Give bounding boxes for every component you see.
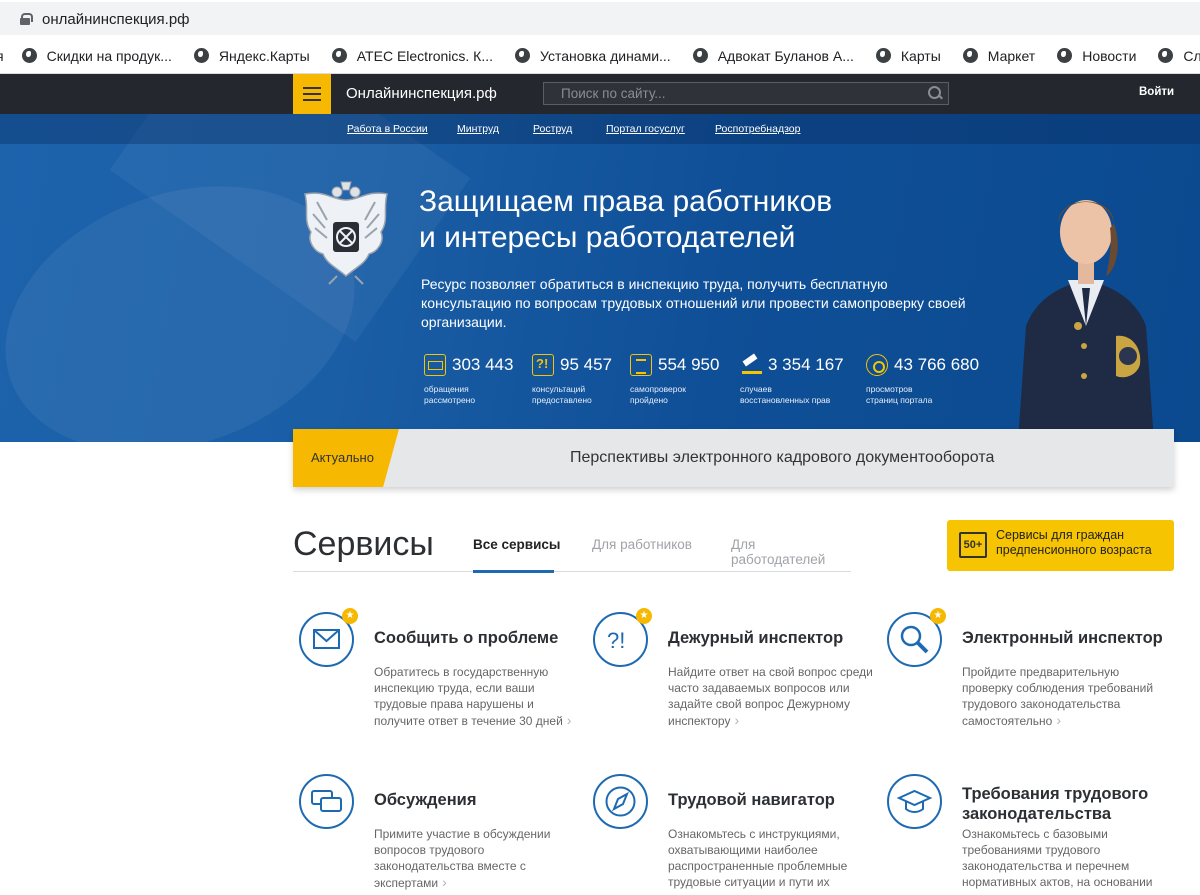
chevron-right-icon[interactable]: ›	[734, 712, 739, 728]
news-headline[interactable]: Перспективы электронного кадрового докум…	[570, 449, 994, 467]
service-card-labor-law-requirements[interactable]: Требования трудового законодательства Оз…	[887, 774, 1167, 895]
bookmark-item[interactable]: Карты	[875, 48, 941, 64]
hero-banner: Работа в России Минтруд Роструд Портал г…	[0, 114, 1200, 442]
magnifier-icon: ★	[887, 608, 946, 667]
svg-text:?!: ?!	[607, 628, 625, 653]
stat-self-checks: 554 950 самопроверок пройдено	[630, 354, 720, 405]
news-tag: Актуально	[293, 429, 399, 487]
chevron-right-icon[interactable]: ›	[442, 874, 447, 890]
star-icon: ★	[930, 608, 946, 624]
bookmarks-bar: я Скидки на продук... Яндекс.Карты ATEC …	[0, 38, 1200, 74]
stat-page-views: 43 766 680 просмотров страниц портала	[866, 354, 980, 405]
service-card-labor-navigator[interactable]: Трудовой навигатор Ознакомьтесь с инстру…	[593, 774, 873, 895]
chevron-right-icon[interactable]: ›	[1056, 712, 1061, 728]
gavel-icon	[740, 354, 762, 376]
inspector-photo	[1018, 200, 1154, 442]
sub-navigation: Работа в России Минтруд Роструд Портал г…	[0, 114, 1200, 144]
globe-icon	[515, 48, 531, 63]
bookmark-item[interactable]: Новости	[1057, 48, 1136, 64]
subnav-link[interactable]: Портал госуслуг	[606, 123, 685, 135]
hero-title: Защищаем права работников и интересы раб…	[419, 185, 833, 254]
service-card-electronic-inspector[interactable]: ★ Электронный инспектор Пройдите предвар…	[887, 608, 1167, 742]
bookmark-item[interactable]: Адвокат Буланов А...	[692, 48, 854, 64]
stat-consultations: 95 457 консультацийпредоставлено	[532, 354, 612, 406]
bookmark-item[interactable]: Маркет	[962, 48, 1035, 64]
bookmark-item[interactable]: Скидки на продук...	[21, 48, 172, 64]
subnav-link[interactable]: Работа в России	[347, 123, 428, 135]
checklist-icon	[630, 354, 652, 376]
service-card-duty-inspector[interactable]: ?! ★ Дежурный инспектор Найдите ответ на…	[593, 608, 873, 742]
coat-of-arms-emblem	[304, 181, 388, 285]
globe-icon	[962, 48, 978, 63]
hero-description: Ресурс позволяет обратиться в инспекцию …	[421, 276, 966, 330]
site-header: Онлайнинспекция.рф Поиск по сайту... Вой…	[0, 74, 1200, 114]
lock-icon[interactable]	[20, 13, 33, 25]
url-text[interactable]: онлайнинспекция.рф	[42, 11, 190, 28]
graduation-cap-icon	[887, 774, 942, 829]
chevron-right-icon[interactable]: ›	[567, 712, 572, 728]
question-icon	[532, 354, 554, 376]
subnav-link[interactable]: Роструд	[533, 123, 572, 135]
envelope-icon: ★	[299, 608, 358, 667]
active-tab-indicator	[473, 570, 554, 573]
star-icon: ★	[636, 608, 652, 624]
subnav-link[interactable]: Роспотребнадзор	[715, 123, 800, 135]
bookmark-item[interactable]: Яндекс.Карты	[193, 48, 310, 64]
stat-appeals: 303 443 обращения рассмотрено	[424, 354, 514, 405]
globe-icon	[1057, 48, 1073, 63]
bookmark-item[interactable]: Словари	[1158, 48, 1200, 64]
tab-for-employers[interactable]: Для работодателей	[731, 537, 851, 567]
globe-icon	[875, 48, 891, 63]
search-input[interactable]: Поиск по сайту...	[543, 82, 949, 105]
site-name[interactable]: Онлайнинспекция.рф	[346, 85, 497, 102]
service-card-report-problem[interactable]: ★ Сообщить о проблеме Обратитесь в госуд…	[299, 608, 579, 742]
bookmark-item[interactable]: Установка динами...	[515, 48, 671, 64]
globe-icon	[193, 48, 209, 63]
tab-all-services[interactable]: Все сервисы	[473, 537, 560, 552]
star-icon: ★	[342, 608, 358, 624]
service-card-discussions[interactable]: Обсуждения Примите участие в обсуждении …	[299, 774, 579, 895]
chat-icon	[299, 774, 354, 829]
globe-icon	[692, 48, 708, 63]
compass-icon	[593, 774, 648, 829]
bookmark-item[interactable]: я	[0, 48, 4, 64]
subnav-link[interactable]: Минтруд	[457, 123, 499, 135]
bookmark-item[interactable]: ATEC Electronics. К...	[331, 48, 493, 64]
globe-icon	[331, 48, 347, 63]
login-button[interactable]: Войти	[1139, 86, 1174, 98]
globe-icon	[21, 48, 37, 63]
globe-icon	[1158, 48, 1174, 63]
mail-icon	[424, 354, 446, 376]
question-exclaim-icon: ?! ★	[593, 608, 652, 667]
eye-icon	[866, 354, 888, 376]
menu-hamburger-icon[interactable]	[293, 74, 331, 114]
tab-for-employees[interactable]: Для работников	[592, 537, 692, 552]
fifty-plus-icon: 50+	[959, 532, 987, 558]
services-tabs: Все сервисы Для работников Для работодат…	[293, 526, 851, 573]
search-icon[interactable]	[928, 86, 942, 100]
browser-address-bar: онлайнинспекция.рф	[0, 0, 1200, 38]
stat-restored-rights: 3 354 167 случаев восстановленных прав	[740, 354, 844, 405]
pre-retirement-services-button[interactable]: 50+ Сервисы для граждан предпенсионного …	[947, 520, 1174, 571]
news-banner[interactable]: Актуально Перспективы электронного кадро…	[293, 429, 1174, 487]
